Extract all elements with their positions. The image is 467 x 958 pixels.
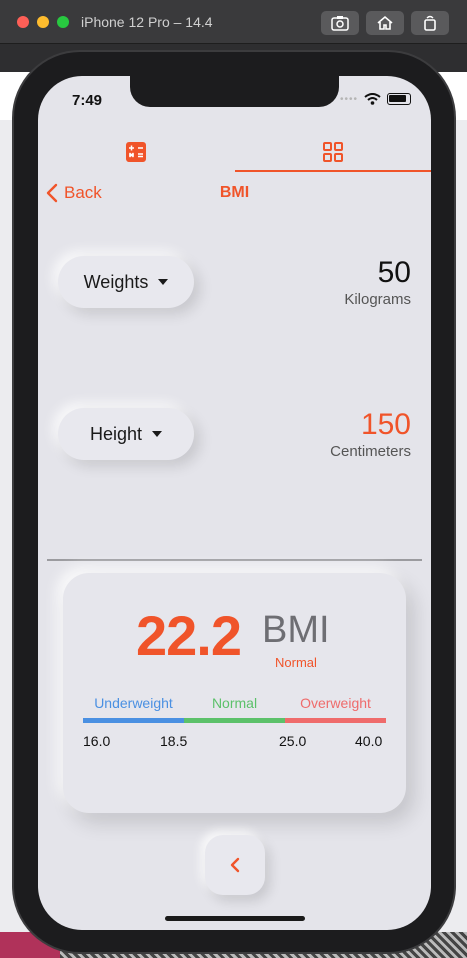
notch [130, 76, 339, 107]
range-labels: Underweight Normal Overweight [83, 695, 386, 713]
caret-down-icon [158, 279, 169, 285]
page-title: BMI [219, 184, 250, 201]
caret-down-icon [152, 431, 163, 437]
range-ticks: 16.0 18.5 25.0 40.0 [83, 733, 386, 751]
rotate-button[interactable] [411, 11, 449, 35]
tick-label: 16.0 [83, 733, 111, 749]
battery-icon [387, 93, 411, 105]
wifi-icon [364, 93, 381, 105]
range-label-overweight: Overweight [300, 695, 371, 711]
signal-icon: •••• [339, 93, 358, 105]
weight-value: 50 Kilograms [344, 256, 411, 308]
simulator-titlebar: iPhone 12 Pro – 14.4 [0, 0, 467, 44]
height-value: 150 Centimeters [330, 408, 411, 460]
height-number: 150 [360, 408, 411, 441]
status-time: 7:49 [72, 92, 103, 109]
tick-label: 40.0 [355, 733, 383, 749]
rotate-icon [424, 15, 436, 31]
previous-button[interactable] [205, 835, 265, 895]
bmi-result-card: 22.2 BMI Normal Underweight Normal Overw… [63, 573, 406, 813]
bmi-unit-label: BMI [262, 609, 330, 651]
tick-label: 25.0 [279, 733, 307, 749]
range-label-underweight: Underweight [94, 695, 173, 711]
section-divider [47, 559, 422, 561]
navigation-bar: Back BMI [38, 180, 431, 208]
bmi-category: Normal [275, 655, 317, 670]
calculator-icon [126, 142, 146, 162]
window-title: iPhone 12 Pro – 14.4 [81, 14, 213, 30]
height-selector-label: Height [89, 423, 143, 444]
status-icons: •••• [340, 93, 411, 105]
home-button[interactable] [366, 11, 404, 35]
tick-label: 18.5 [160, 733, 188, 749]
height-selector[interactable]: Height [58, 408, 194, 460]
close-window-button[interactable] [17, 16, 29, 28]
home-indicator [165, 916, 305, 921]
tab-bar [38, 132, 431, 172]
phone-screen: 7:49 •••• Back BMI Weights 50 Kilograms … [38, 76, 431, 930]
weight-selector[interactable]: Weights [58, 256, 194, 308]
weight-unit: Kilograms [344, 291, 411, 308]
chevron-left-icon [230, 857, 240, 873]
bmi-value: 22.2 [136, 604, 242, 667]
range-segment-overweight [285, 718, 386, 723]
height-unit: Centimeters [330, 443, 411, 460]
screenshot-icon [331, 16, 349, 31]
range-segment-underweight [83, 718, 184, 723]
weight-selector-label: Weights [83, 271, 149, 292]
range-label-normal: Normal [211, 695, 258, 711]
grid-icon [323, 142, 343, 162]
tab-grid[interactable] [235, 132, 431, 172]
bmi-range-bar [83, 718, 386, 723]
home-icon [377, 15, 393, 30]
zoom-window-button[interactable] [57, 16, 69, 28]
tab-calculator[interactable] [38, 132, 234, 172]
minimize-window-button[interactable] [37, 16, 49, 28]
tab-selected-indicator [235, 170, 431, 172]
weight-number: 50 [377, 256, 411, 289]
screenshot-button[interactable] [321, 11, 359, 35]
range-segment-normal [184, 718, 285, 723]
